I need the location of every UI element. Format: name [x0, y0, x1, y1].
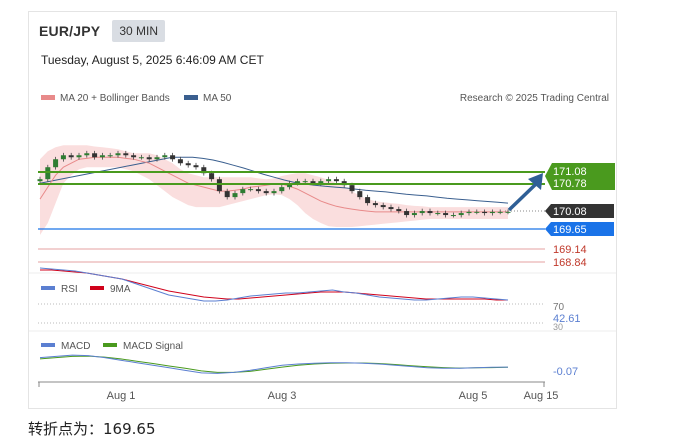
candle-body: [138, 157, 144, 159]
macd-legend-swatch: [41, 343, 55, 347]
resistance-1-label: 171.08: [553, 166, 587, 178]
x-tick-aug3: Aug 3: [268, 390, 297, 402]
pivot-badge: 169.65: [545, 222, 614, 236]
candle-body: [240, 189, 246, 194]
candle-body: [193, 165, 199, 168]
candle-body: [396, 209, 402, 212]
candle-body: [302, 181, 308, 183]
candle-body: [458, 213, 464, 216]
candle-body: [209, 173, 215, 180]
ma20-legend-swatch: [41, 95, 55, 100]
x-tick-aug15: Aug 15: [524, 390, 559, 402]
rsi-ma-legend-label: 9MA: [110, 284, 131, 295]
support-2-label: 168.84: [553, 257, 587, 269]
candle-body: [333, 179, 339, 182]
candle-body: [177, 159, 183, 164]
candle-body: [497, 211, 503, 213]
macd-signal-legend-swatch: [103, 343, 117, 347]
macd-legend-label: MACD: [61, 341, 90, 352]
candle-body: [68, 155, 74, 158]
candle-body: [388, 207, 394, 210]
candle-body: [419, 211, 425, 214]
candle-body: [271, 191, 277, 194]
candle-body: [232, 193, 238, 198]
rsi-lower-label: 30: [553, 322, 563, 332]
candle-body: [224, 191, 230, 198]
chart-canvas: MA 20 + Bollinger Bands MA 50 Research ©…: [29, 93, 616, 402]
candle-body: [349, 185, 355, 192]
rsi-upper-label: 70: [553, 302, 565, 313]
candle-body: [216, 179, 222, 192]
candle-body: [154, 157, 160, 160]
candle-body: [357, 191, 363, 198]
candle-body: [76, 155, 82, 158]
rsi-legend-swatch: [41, 286, 55, 290]
candle-body: [131, 155, 137, 158]
candle-body: [380, 205, 386, 208]
support-1-label: 169.14: [553, 244, 587, 256]
candle-body: [279, 187, 285, 192]
research-credit: Research © 2025 Trading Central: [460, 93, 609, 104]
resistance-2-label: 170.78: [553, 178, 587, 190]
candle-body: [170, 155, 176, 160]
macd-value-label: -0.07: [553, 366, 578, 378]
ma20-legend-label: MA 20 + Bollinger Bands: [60, 93, 170, 104]
x-tick-aug5: Aug 5: [459, 390, 488, 402]
candle-body: [60, 155, 66, 160]
candle-body: [474, 211, 480, 213]
candle-body: [505, 211, 511, 213]
candle-body: [115, 153, 121, 156]
candle-body: [107, 155, 113, 157]
candle-body: [326, 179, 332, 182]
candle-body: [482, 211, 488, 214]
last-price-label: 170.08: [553, 206, 587, 218]
candle-body: [450, 215, 456, 217]
candle-body: [53, 159, 59, 168]
candle-body: [411, 213, 417, 216]
candle-body: [294, 181, 300, 184]
candle-body: [185, 163, 191, 166]
macd-lines: [39, 354, 509, 374]
candle-body: [263, 191, 269, 194]
candle-body: [255, 189, 261, 192]
ma50-legend-label: MA 50: [203, 93, 232, 104]
candle-body: [45, 167, 51, 180]
x-tick-aug1: Aug 1: [107, 390, 136, 402]
pivot-point-note: 转折点为：169.65: [28, 420, 156, 438]
candle-body: [435, 213, 441, 215]
candle-body: [248, 189, 254, 191]
candle-body: [372, 203, 378, 206]
candle-body: [427, 211, 433, 214]
candle-body: [443, 213, 449, 216]
ma50-legend-swatch: [184, 95, 198, 100]
resistance-badge: 171.08 170.78: [545, 163, 615, 190]
candle-body: [318, 181, 324, 184]
macd-signal-legend-label: MACD Signal: [123, 341, 183, 352]
candle-body: [37, 179, 43, 182]
candle-body: [84, 153, 90, 156]
candle-body: [99, 155, 105, 158]
rsi-legend-label: RSI: [61, 284, 78, 295]
candle-body: [146, 157, 152, 160]
candle-body: [310, 181, 316, 184]
last-price-badge: 170.08: [545, 204, 614, 218]
candle-body: [466, 211, 472, 214]
forecast-arrow-icon: [507, 173, 543, 212]
pivot-label: 169.65: [553, 224, 587, 236]
candle-body: [123, 153, 129, 156]
rsi-ma-legend-swatch: [90, 286, 104, 290]
candle-body: [489, 211, 495, 214]
candle-body: [404, 211, 410, 216]
candle-body: [365, 197, 371, 204]
candle-body: [92, 153, 98, 158]
candle-body: [162, 155, 168, 158]
